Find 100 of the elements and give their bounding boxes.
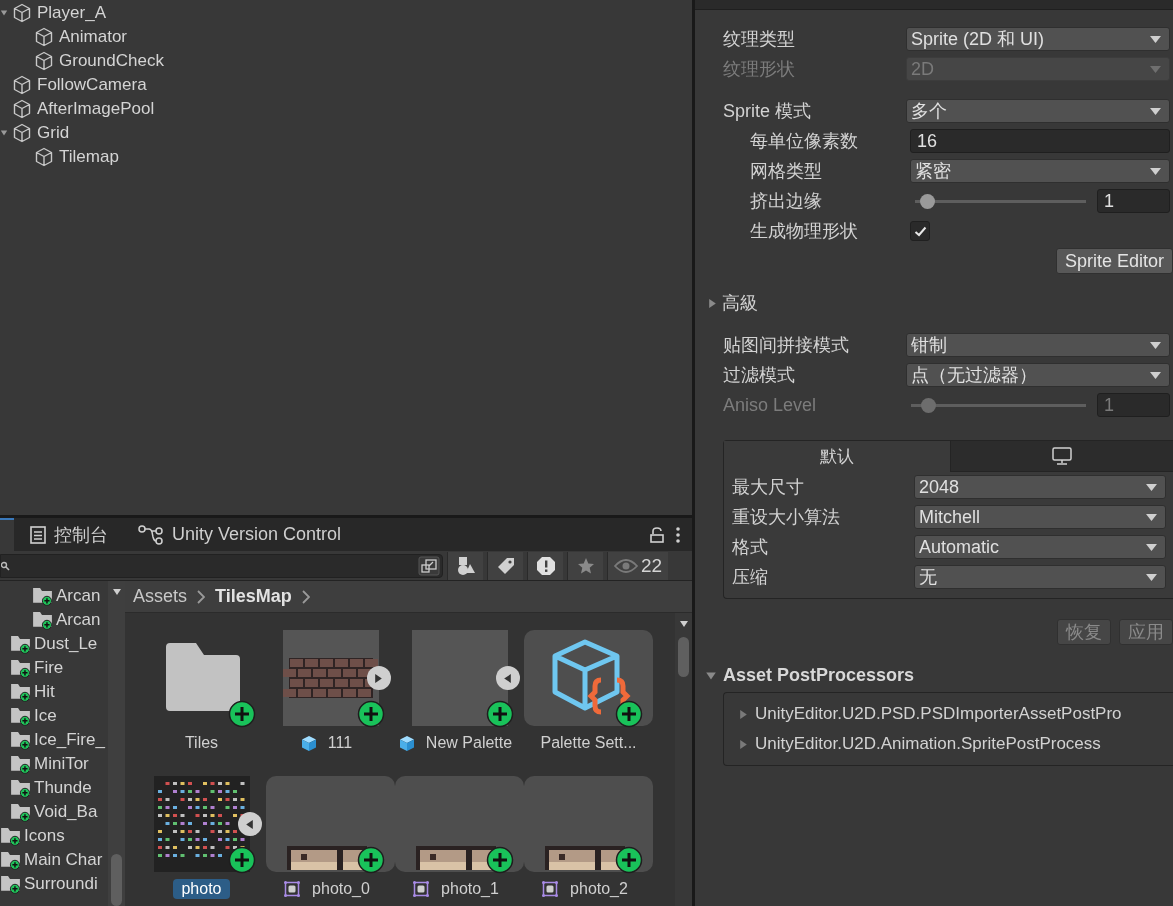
folder-icon [10, 682, 32, 702]
dropdown-arrow-icon [1150, 65, 1161, 73]
cube-icon [300, 734, 317, 752]
dropdown[interactable]: 紧密 [910, 159, 1170, 183]
dropdown-arrow-icon [1146, 483, 1157, 491]
popout-icon[interactable] [418, 555, 440, 576]
folder-item[interactable]: Surroundi [24, 874, 98, 894]
log-filter-button[interactable] [527, 551, 563, 580]
folder-item[interactable]: Thunde [34, 778, 92, 798]
hierarchy-item[interactable]: AfterImagePool [37, 99, 155, 119]
post-processor-item[interactable]: UnityEditor.U2D.PSD.PSDImporterAssetPostPro [755, 704, 1122, 724]
dropdown[interactable]: 钳制 [906, 333, 1170, 357]
slider-thumb[interactable] [919, 193, 935, 209]
platform-tab[interactable] [949, 441, 1173, 472]
more-icon[interactable] [676, 526, 680, 543]
shapes-icon [455, 555, 476, 576]
check-icon [913, 225, 927, 237]
hierarchy-item[interactable]: Player_A [37, 3, 106, 23]
hierarchy-item[interactable]: Grid [37, 123, 70, 143]
scrollbar[interactable] [675, 613, 692, 906]
section-header[interactable]: Asset PostProcessors [723, 665, 915, 686]
folder-icon [0, 874, 22, 894]
favorites-button[interactable] [567, 551, 603, 580]
asset-name[interactable]: photo_0 [304, 879, 378, 899]
scroll-up-icon[interactable] [678, 619, 689, 629]
hierarchy-item[interactable]: Animator [59, 27, 128, 47]
dropdown[interactable]: 无 [914, 565, 1166, 589]
foldout-arrow-icon[interactable] [244, 818, 255, 830]
foldout-arrow-icon[interactable] [373, 672, 384, 684]
folder-icon [10, 778, 32, 798]
add-badge-icon [356, 700, 385, 728]
console-tab[interactable]: 控制台 [14, 518, 122, 551]
cube-icon [12, 75, 32, 95]
field-label: 过滤模式 [723, 364, 796, 387]
foldout-arrow-icon[interactable] [707, 297, 718, 309]
tab[interactable] [0, 518, 14, 551]
add-badge-icon [614, 846, 643, 874]
dropdown-arrow-icon [1150, 167, 1161, 175]
post-processor-item[interactable]: UnityEditor.U2D.Animation.SpritePostProcess [755, 734, 1101, 754]
asset-name[interactable]: photo [173, 879, 230, 899]
dropdown[interactable]: Mitchell [914, 505, 1166, 529]
folder-item[interactable]: MiniTor [34, 754, 89, 774]
folder-item[interactable]: Main Char [24, 850, 103, 870]
dropdown-arrow-icon [1146, 573, 1157, 581]
folder-item[interactable]: Fire [34, 658, 64, 678]
dropdown[interactable]: 多个 [906, 99, 1170, 123]
hidden-packages-button[interactable]: 22 [607, 551, 669, 580]
asset-name[interactable]: New Palette [417, 733, 521, 753]
folder-item[interactable]: Ice_Fire_ [34, 730, 105, 750]
number-field[interactable]: 16 [910, 129, 1170, 153]
folder-item[interactable]: Ice [34, 706, 57, 726]
folder-item[interactable]: Arcan [56, 610, 101, 630]
foldout-arrow-icon[interactable] [705, 669, 717, 682]
scroll-up-icon[interactable] [111, 587, 122, 597]
folder-icon [32, 586, 54, 606]
dropdown[interactable]: Sprite (2D 和 UI) [906, 27, 1170, 51]
chevron-right-icon [301, 589, 310, 604]
asset-name[interactable]: photo_1 [433, 879, 507, 899]
field-label: Aniso Level [723, 394, 818, 416]
foldout-arrow-icon[interactable] [0, 9, 8, 17]
chevron-right-icon [197, 589, 206, 604]
breadcrumb-link[interactable]: Assets [133, 586, 188, 607]
folder-icon [10, 634, 32, 654]
scrollbar[interactable] [108, 581, 125, 906]
hierarchy-item[interactable]: Tilemap [59, 147, 119, 167]
hierarchy-item[interactable]: GroundCheck [59, 51, 164, 71]
add-badge-icon [227, 846, 256, 874]
field-label: Sprite 模式 [723, 100, 813, 123]
scrollbar-thumb[interactable] [111, 854, 122, 906]
number-field[interactable]: 1 [1097, 189, 1170, 213]
cube-icon [34, 147, 54, 167]
foldout-arrow-icon[interactable] [502, 672, 513, 684]
asset-name[interactable]: Tiles [176, 733, 227, 753]
asset-name[interactable]: photo_2 [562, 879, 636, 899]
dropdown[interactable]: 点（无过滤器） [906, 363, 1170, 387]
foldout-arrow-icon[interactable] [0, 129, 8, 137]
search-field[interactable] [0, 553, 443, 578]
folder-item[interactable]: Dust_Le [34, 634, 98, 654]
scrollbar-thumb[interactable] [678, 637, 689, 677]
asset-name[interactable]: Palette Sett... [532, 733, 645, 753]
checkbox[interactable] [910, 221, 930, 241]
version-control-tab[interactable]: Unity Version Control [122, 518, 356, 551]
dropdown[interactable]: Automatic [914, 535, 1166, 559]
breadcrumb-link[interactable]: TilesMap [215, 586, 292, 607]
field-label: 挤出边缘 [750, 190, 823, 213]
hierarchy-item[interactable]: FollowCamera [37, 75, 147, 95]
folder-item[interactable]: Arcan [56, 586, 101, 606]
unlocked-icon[interactable] [650, 526, 664, 543]
label-filter-button[interactable] [487, 551, 523, 580]
cube-icon [34, 51, 54, 71]
folder-item[interactable]: Icons [24, 826, 65, 846]
sprite-icon [283, 880, 302, 898]
search-icon [1, 560, 11, 571]
folder-item[interactable]: Void_Ba [34, 802, 98, 822]
foldout-label[interactable]: 高級 [722, 291, 758, 315]
sprite-editor-button[interactable]: Sprite Editor [1055, 248, 1173, 274]
dropdown[interactable]: 2048 [914, 475, 1166, 499]
type-filter-button[interactable] [447, 551, 483, 580]
folder-item[interactable]: Hit [34, 682, 55, 702]
asset-name[interactable]: 111 [319, 733, 361, 753]
